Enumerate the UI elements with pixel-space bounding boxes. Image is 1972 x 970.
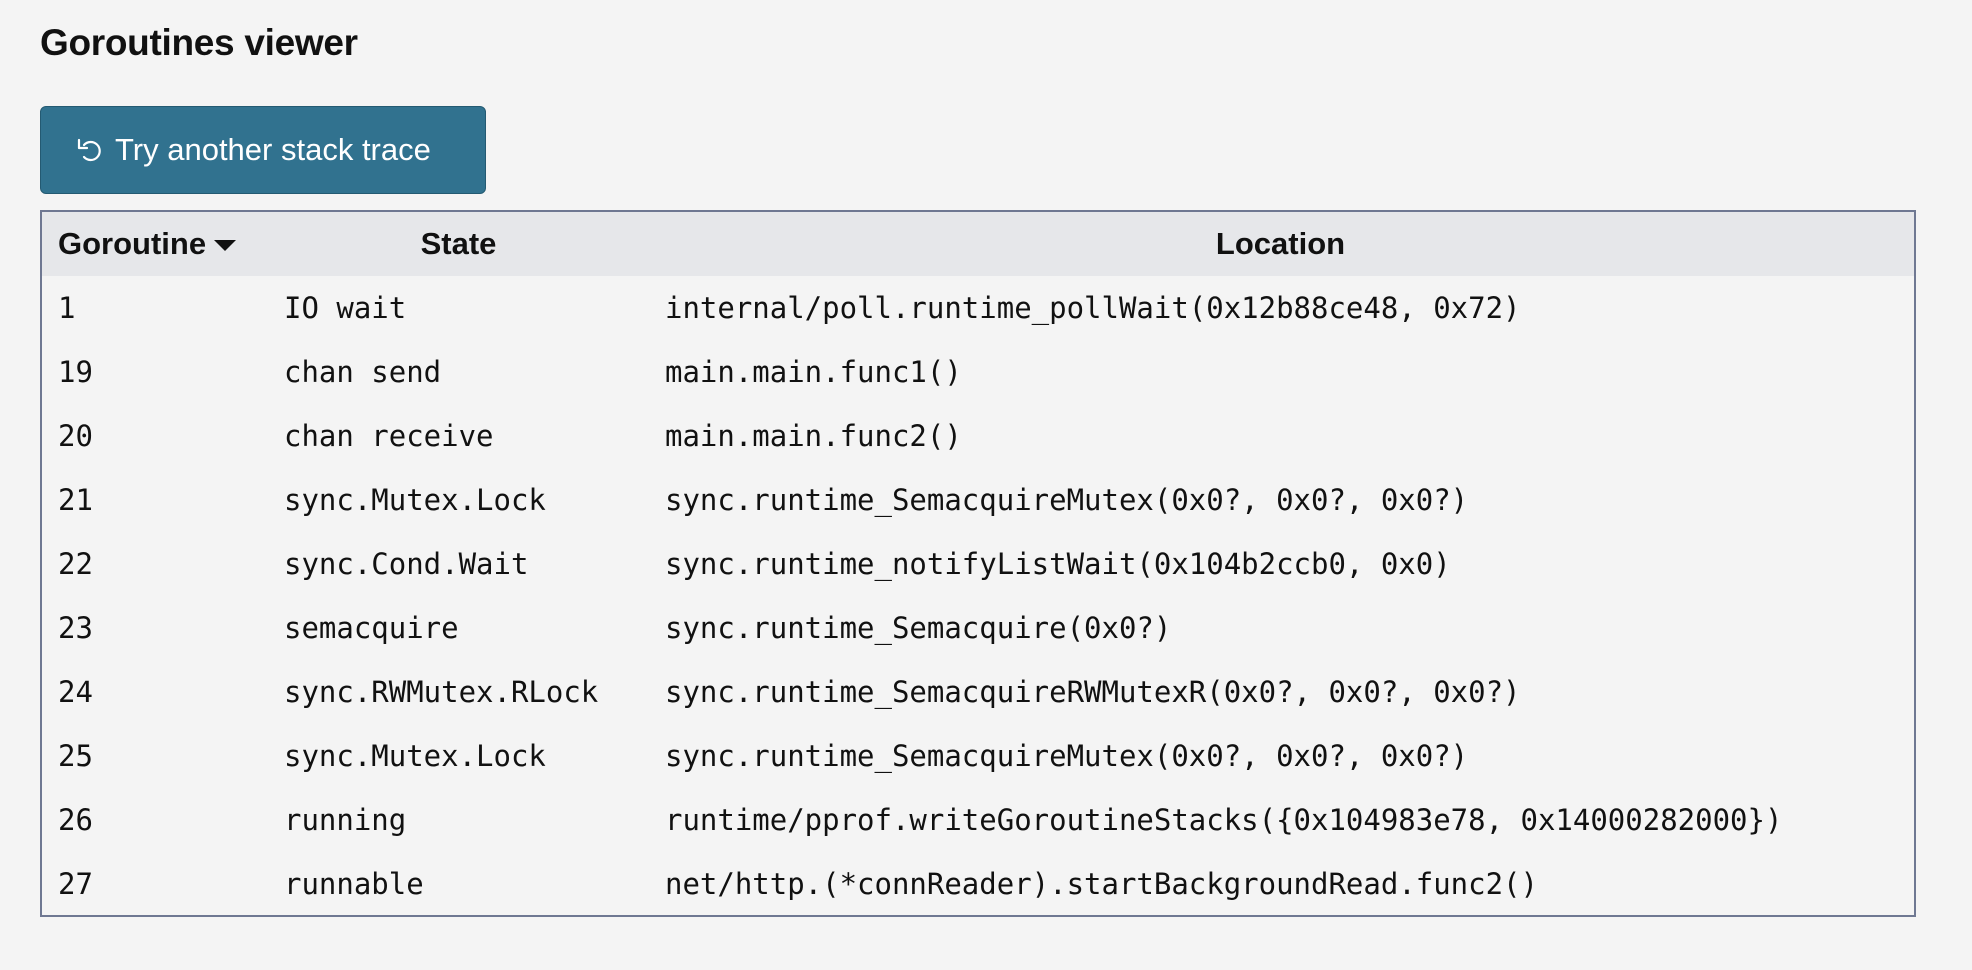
table-row[interactable]: 20 chan receive main.main.func2() [42,404,1914,468]
try-another-stack-trace-label: Try another stack trace [115,132,431,167]
table-row[interactable]: 26 running runtime/pprof.writeGoroutineSta… [42,788,1914,852]
goroutine-location-cell: main.main.func2() [665,419,962,453]
goroutine-state-cell: running [284,803,407,837]
goroutine-id-cell: 20 [58,419,93,453]
sort-descending-icon[interactable] [214,240,237,252]
table-row[interactable]: 21 sync.Mutex.Lock sync.runtime_Semacquire… [42,468,1914,532]
goroutine-state-cell: IO wait [284,291,407,325]
goroutine-state-cell: semacquire [284,611,459,645]
goroutine-state-cell: sync.RWMutex.RLock [284,675,599,709]
page-title: Goroutines viewer [40,22,358,63]
try-another-stack-trace-button[interactable]: Try another stack trace [40,106,486,194]
table-row[interactable]: 25 sync.Mutex.Lock sync.runtime_Semacquire… [42,724,1914,788]
goroutine-id-cell: 19 [58,355,93,389]
goroutine-location-cell: sync.runtime_SemacquireRWMutexR(0x0?, 0x… [665,675,1521,709]
goroutine-state-cell: runnable [284,867,424,901]
table-row[interactable]: 1 IO wait internal/poll.runtime_pollWait(0… [42,276,1914,340]
column-header-state[interactable]: State [270,212,647,276]
goroutine-location-cell: sync.runtime_notifyListWait(0x104b2ccb0,… [665,547,1451,581]
goroutine-location-cell: internal/poll.runtime_pollWait(0x12b88ce… [665,291,1521,325]
undo-icon [75,135,105,165]
table-body: 1 IO wait internal/poll.runtime_pollWait(0… [42,276,1914,916]
goroutine-state-cell: sync.Mutex.Lock [284,739,546,773]
table-row[interactable]: 24 sync.RWMutex.RLock sync.runtime_Semacqu… [42,660,1914,724]
goroutine-id-cell: 21 [58,483,93,517]
goroutine-location-cell: sync.runtime_SemacquireMutex(0x0?, 0x0?,… [665,483,1469,517]
goroutine-location-cell: sync.runtime_SemacquireMutex(0x0?, 0x0?,… [665,739,1469,773]
column-header-location[interactable]: Location [647,212,1914,276]
table-header-row: Goroutine State Location [42,212,1914,276]
table-row[interactable]: 19 chan send main.main.func1() [42,340,1914,404]
table-row[interactable]: 22 sync.Cond.Wait sync.runtime_notifyListW… [42,532,1914,596]
goroutine-id-cell: 26 [58,803,93,837]
column-header-goroutine[interactable]: Goroutine [42,212,270,276]
goroutine-id-cell: 23 [58,611,93,645]
goroutine-location-cell: net/http.(*connReader).startBackgroundRe… [665,867,1538,901]
goroutine-id-cell: 24 [58,675,93,709]
goroutine-id-cell: 27 [58,867,93,901]
goroutines-table: Goroutine State Location 1 IO wait interna… [40,210,1916,917]
goroutine-location-cell: runtime/pprof.writeGoroutineStacks({0x10… [665,803,1783,837]
table-row[interactable]: 27 runnable net/http.(*connReader).startBa… [42,852,1914,916]
goroutine-state-cell: sync.Cond.Wait [284,547,529,581]
goroutine-location-cell: main.main.func1() [665,355,962,389]
goroutine-id-cell: 22 [58,547,93,581]
goroutines-viewer-page: Goroutines viewer Try another stack trac… [0,0,1972,970]
goroutine-id-cell: 1 [58,291,76,325]
column-header-goroutine-label: Goroutine [58,226,207,261]
goroutine-state-cell: chan receive [284,419,494,453]
goroutine-location-cell: sync.runtime_Semacquire(0x0?) [665,611,1172,645]
table-row[interactable]: 23 semacquire sync.runtime_Semacquire(0x0?… [42,596,1914,660]
goroutine-state-cell: chan send [284,355,442,389]
goroutine-state-cell: sync.Mutex.Lock [284,483,546,517]
goroutine-id-cell: 25 [58,739,93,773]
